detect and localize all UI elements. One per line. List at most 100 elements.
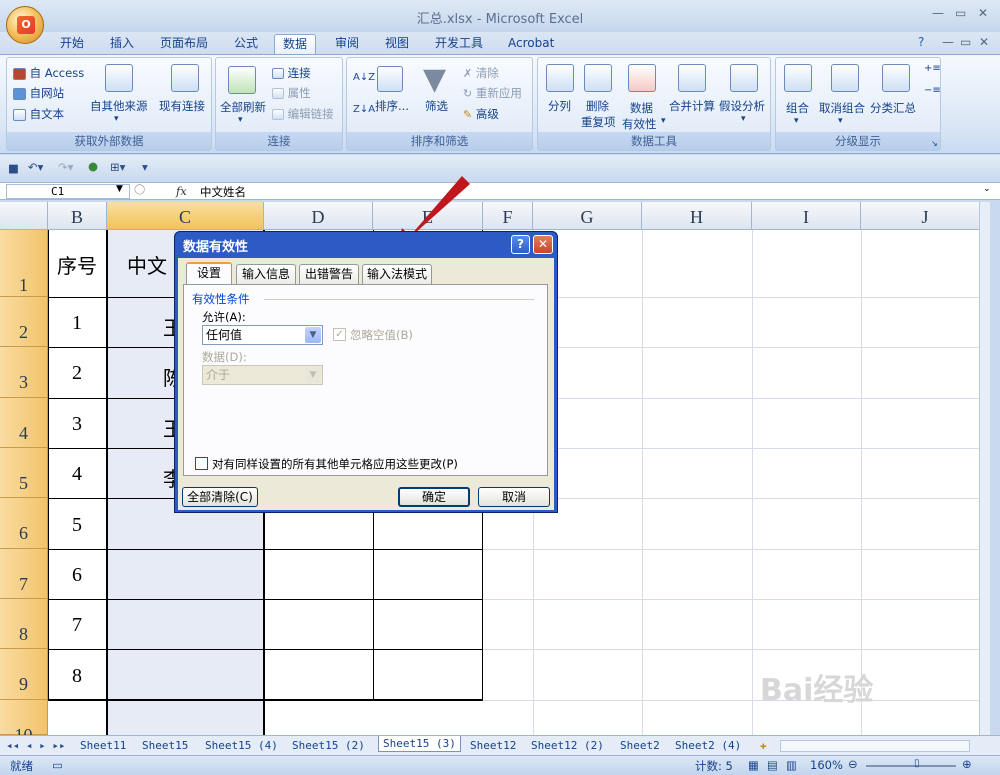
cancel-button[interactable]: 取消 [478,487,550,507]
ribbon-restore-icon[interactable]: ▭ [960,35,971,49]
column-header-b[interactable]: B [48,202,107,230]
ribbon-close-icon[interactable]: ✕ [979,35,989,49]
tab-acrobat[interactable]: Acrobat [500,34,562,54]
tab-error-alert[interactable]: 出错警告 [299,264,359,284]
apply-all-checkbox[interactable] [195,457,208,470]
expand-formula-bar-icon[interactable]: ⌄ [983,184,991,194]
dialog-launcher-icon[interactable]: ↘ [931,139,938,148]
data-select[interactable]: 介于 ▼ [202,365,323,385]
column-header-j[interactable]: J [861,202,990,230]
cell-b5[interactable]: 4 [48,463,106,486]
row-header-3[interactable]: 3 [0,347,48,398]
column-header-c[interactable]: C [107,202,264,230]
normal-view-icon[interactable]: ▦ [748,758,759,772]
cell-b6[interactable]: 5 [48,514,106,537]
help-icon[interactable]: ? [918,35,924,49]
row-header-7[interactable]: 7 [0,549,48,599]
cell-b1[interactable]: 序号 [48,250,106,279]
row-header-2[interactable]: 2 [0,297,48,347]
sheet-tab[interactable]: Sheet15 [142,738,188,754]
close-icon[interactable]: ✕ [533,235,553,254]
zoom-out-icon[interactable]: ⊖ [848,757,858,771]
minimize-icon[interactable]: — [932,6,944,20]
existing-connections-button[interactable]: 现有连接 [159,98,205,114]
cell-b8[interactable]: 7 [48,614,106,637]
data-validation-button[interactable]: 数据 [630,100,653,116]
vertical-scrollbar[interactable] [979,202,990,735]
macro-record-icon[interactable]: ▭ [52,758,63,772]
circle-icon[interactable]: ● [88,159,98,173]
cell-b2[interactable]: 1 [48,312,106,335]
column-header-i[interactable]: I [752,202,861,230]
clear-all-button[interactable]: 全部清除(C) [182,487,258,507]
tab-insert[interactable]: 插入 [102,34,142,54]
maximize-icon[interactable]: ▭ [955,6,966,20]
from-access-button[interactable]: 自 Access [13,65,84,81]
sort-ascending-icon[interactable]: A↓Z [353,72,375,83]
row-header-10[interactable]: 10 [0,700,48,735]
sheet-tab[interactable]: Sheet12 (2) [531,738,604,754]
ribbon-minimize-icon[interactable]: — [942,35,954,49]
refresh-all-button[interactable]: 全部刷新 [220,99,266,115]
tab-home[interactable]: 开始 [52,34,92,54]
properties-button[interactable]: 属性 [272,85,311,101]
cell-b4[interactable]: 3 [48,413,106,436]
row-header-5[interactable]: 5 [0,448,48,498]
help-icon[interactable]: ? [511,235,530,254]
save-icon[interactable]: ■ [8,161,19,175]
filter-button[interactable]: 筛选 [425,98,448,114]
cell-b7[interactable]: 6 [48,564,106,587]
tab-view[interactable]: 视图 [377,34,417,54]
from-text-button[interactable]: 自文本 [13,106,64,122]
remove-duplicates-button[interactable]: 删除 [586,98,609,114]
sheet-tab[interactable]: Sheet12 [470,738,516,754]
tab-formulas[interactable]: 公式 [226,34,266,54]
name-box-dropdown-icon[interactable]: ▼ [116,184,123,194]
zoom-slider-thumb[interactable]: ▯ [914,758,920,769]
subtotal-button[interactable]: 分类汇总 [870,100,916,116]
macro-icon[interactable]: ⊞▾ [110,160,125,174]
hide-detail-icon[interactable]: −≡ [924,85,941,96]
show-detail-icon[interactable]: +≡ [924,63,941,74]
office-button[interactable]: O [6,6,44,44]
row-header-1[interactable]: 1 [0,230,48,297]
sheet-tab[interactable]: Sheet15 (2) [292,738,365,754]
ungroup-button[interactable]: 取消组合 [819,100,865,116]
name-box[interactable]: C1 [6,184,130,199]
insert-function-icon[interactable]: fx [176,184,187,198]
clear-button[interactable]: ✗ 清除 [463,65,499,81]
ok-button[interactable]: 确定 [398,487,470,507]
zoom-slider[interactable] [866,765,956,767]
redo-icon[interactable]: ↷▾ [58,160,73,174]
sheet-tab-active[interactable]: Sheet15 (3) [378,736,461,752]
column-header-g[interactable]: G [533,202,642,230]
sort-button[interactable]: 排序... [375,98,409,114]
select-all-corner[interactable] [0,202,48,230]
tab-page-layout[interactable]: 页面布局 [152,34,216,54]
text-to-columns-button[interactable]: 分列 [548,98,571,114]
what-if-button[interactable]: 假设分析 [719,98,765,114]
cell-b3[interactable]: 2 [48,362,106,385]
column-header-d[interactable]: D [264,202,373,230]
row-header-8[interactable]: 8 [0,599,48,649]
allow-select[interactable]: 任何值 ▼ [202,325,323,345]
zoom-level[interactable]: 160% [810,758,843,772]
cell-b9[interactable]: 8 [48,665,106,688]
sheet-tab[interactable]: Sheet2 [620,738,660,754]
tab-data[interactable]: 数据 [274,34,317,54]
sheet-tab[interactable]: Sheet2 (4) [675,738,741,754]
customize-qat-icon[interactable]: ▾ [142,160,148,174]
tab-ime-mode[interactable]: 输入法模式 [362,264,432,284]
row-header-4[interactable]: 4 [0,398,48,448]
tab-developer[interactable]: 开发工具 [427,34,491,54]
advanced-button[interactable]: ✎ 高级 [463,106,499,122]
insert-sheet-icon[interactable]: ✚ [760,738,767,754]
column-header-f[interactable]: F [483,202,533,230]
page-break-view-icon[interactable]: ▥ [786,758,797,772]
edit-links-button[interactable]: 编辑链接 [272,106,334,122]
consolidate-button[interactable]: 合并计算 [669,98,715,114]
horizontal-scrollbar[interactable] [780,740,970,752]
sheet-tab[interactable]: Sheet15 (4) [205,738,278,754]
sheet-tab[interactable]: Sheet11 [80,738,126,754]
tab-settings[interactable]: 设置 [186,262,232,285]
